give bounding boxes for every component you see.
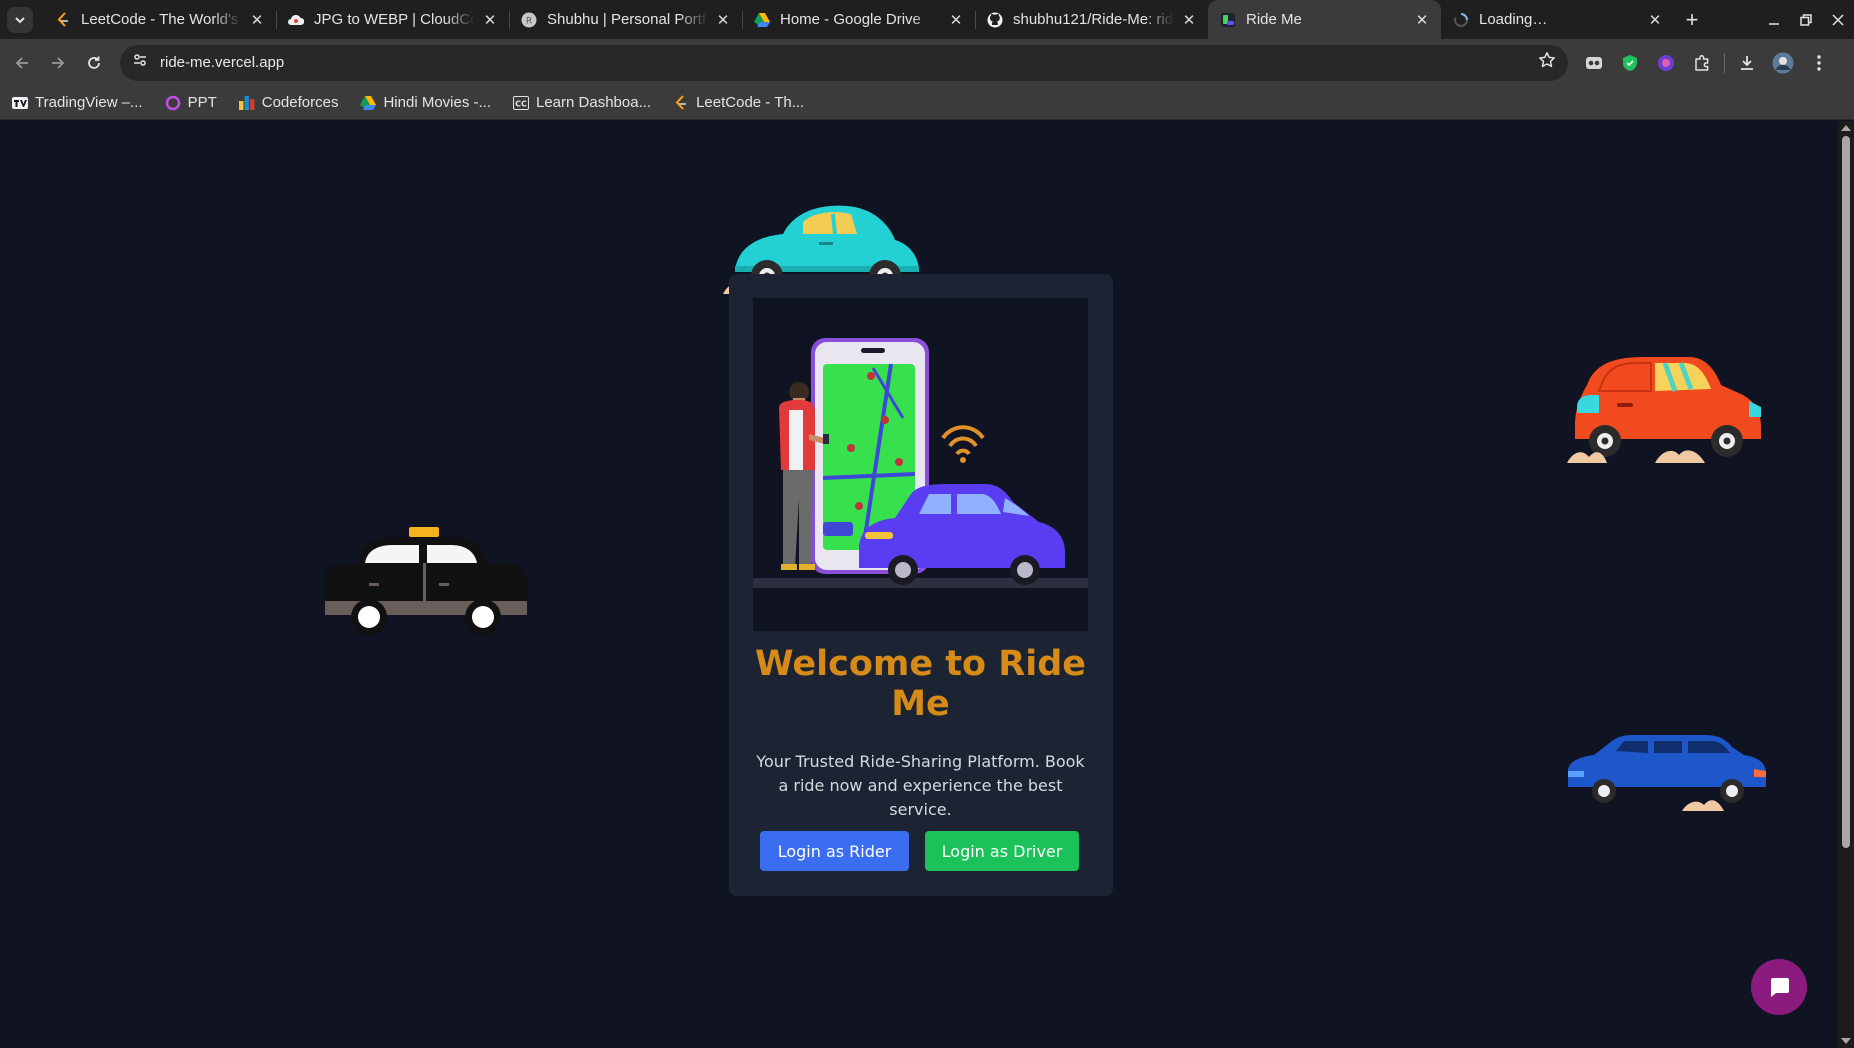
leetcode-icon [673,94,689,111]
download-icon[interactable] [1729,45,1765,81]
google-drive-icon [360,95,377,111]
tab-strip: LeetCode - The World's Leading Online Pr… [0,0,1854,39]
github-icon [987,12,1003,28]
svg-text:R: R [526,16,532,26]
bookmark-label: Hindi Movies -... [383,94,491,111]
red-car-illustration [1567,357,1761,463]
login-as-rider-button[interactable]: Login as Rider [760,831,909,871]
puzzle-icon[interactable] [1684,45,1720,81]
chat-button[interactable] [1751,959,1807,1015]
bookmark-star-icon[interactable] [1538,51,1556,74]
address-bar[interactable]: ride-me.vercel.app [120,44,1568,81]
back-icon[interactable] [4,45,40,81]
tab-title: LeetCode - The World's Leading Online Pr… [81,11,242,28]
bookmark-hindi-movies[interactable]: Hindi Movies -... [358,89,499,117]
tab-google-drive[interactable]: Home - Google Drive ✕ [742,0,975,39]
bookmark-ppt[interactable]: PPT [163,89,225,117]
window-close-icon[interactable] [1822,0,1854,39]
scroll-down-arrow-icon[interactable] [1841,1038,1851,1044]
tab-cloudconvert[interactable]: JPG to WEBP | CloudConvert ✕ [276,0,509,39]
profile-avatar[interactable] [1765,45,1801,81]
tab-title: Home - Google Drive [780,11,921,28]
tab-ride-me[interactable]: Ride Me ✕ [1208,0,1441,39]
toolbar-divider [1724,52,1725,73]
welcome-subtitle: Your Trusted Ride-Sharing Platform. Book… [756,752,1085,819]
extension-icon[interactable] [1576,45,1612,81]
close-icon[interactable]: ✕ [481,11,499,29]
tab-title: shubhu121/Ride-Me: ride sharing [1013,11,1174,28]
taxi-car-illustration [325,527,527,635]
ride-me-page: Welcome to Ride Me Your Trusted Ride-Sha… [0,121,1838,1048]
close-icon[interactable]: ✕ [248,11,266,29]
close-icon[interactable]: ✕ [1413,11,1431,29]
window-controls [1758,0,1854,39]
page-scrollbar[interactable] [1838,121,1854,1048]
restore-icon[interactable] [1790,0,1822,39]
tab-portfolio[interactable]: R Shubhu | Personal Portfolio ✕ [509,0,742,39]
login-as-driver-button[interactable]: Login as Driver [925,831,1079,871]
tradingview-icon [12,95,28,111]
cc-icon: CC [513,95,529,111]
site-info-icon[interactable] [132,52,148,73]
blue-limo-illustration [1568,735,1766,811]
chat-bubble-icon [1771,978,1789,997]
shield-icon[interactable] [1612,45,1648,81]
tab-loading[interactable]: Loading… ✕ [1441,0,1674,39]
scrollbar-thumb[interactable] [1842,136,1850,848]
close-icon[interactable]: ✕ [1646,11,1664,29]
welcome-heading: Welcome to Ride Me [755,644,1086,724]
minimize-icon[interactable] [1758,0,1790,39]
scroll-up-arrow-icon[interactable] [1841,125,1851,131]
bookmarks-bar: TradingView –... PPT Codeforces Hindi Mo… [0,86,1854,120]
bookmark-tradingview[interactable]: TradingView –... [10,89,151,117]
bookmark-learn-dashboard[interactable]: CC Learn Dashboa... [511,89,659,117]
bookmark-label: Codeforces [261,94,339,111]
tab-leetcode[interactable]: LeetCode - The World's Leading Online Pr… [43,0,276,39]
welcome-card: Welcome to Ride Me Your Trusted Ride-Sha… [729,274,1113,896]
extension-logo-icon[interactable] [1648,45,1684,81]
bookmark-label: TradingView –... [35,94,143,111]
tab-search-button[interactable] [7,6,33,33]
loading-spinner-icon [1453,12,1469,28]
bookmark-label: Learn Dashboa... [536,94,652,111]
tab-github[interactable]: shubhu121/Ride-Me: ride sharing ✕ [975,0,1208,39]
svg-text:CC: CC [515,99,527,108]
tab-title: JPG to WEBP | CloudConvert [314,11,475,28]
tab-list: LeetCode - The World's Leading Online Pr… [43,0,1674,39]
ride-hailing-hero-illustration [753,298,1088,631]
cloudconvert-icon [288,12,304,28]
close-icon[interactable]: ✕ [714,11,732,29]
codeforces-icon [238,95,255,111]
tab-title: Shubhu | Personal Portfolio [547,11,708,28]
new-tab-button[interactable]: + [1678,6,1706,34]
portfolio-icon: R [521,12,537,28]
bookmark-label: LeetCode - Th... [696,94,805,111]
google-drive-icon [754,12,770,28]
tab-title: Ride Me [1246,11,1302,28]
bookmark-leetcode[interactable]: LeetCode - Th... [671,89,812,117]
close-icon[interactable]: ✕ [947,11,965,29]
forward-icon[interactable] [40,45,76,81]
bookmark-codeforces[interactable]: Codeforces [237,89,347,117]
chevron-down-icon [15,16,25,23]
ride-me-icon [1220,12,1236,28]
reload-icon[interactable] [76,45,112,81]
bookmark-label: PPT [187,94,217,111]
circle-icon [165,95,181,111]
leetcode-icon [55,11,71,28]
tab-title: Loading… [1479,11,1548,28]
browser-toolbar: ride-me.vercel.app [0,39,1854,86]
close-icon[interactable]: ✕ [1180,11,1198,29]
url-text[interactable]: ride-me.vercel.app [160,54,1538,71]
menu-kebab-icon[interactable] [1801,45,1837,81]
